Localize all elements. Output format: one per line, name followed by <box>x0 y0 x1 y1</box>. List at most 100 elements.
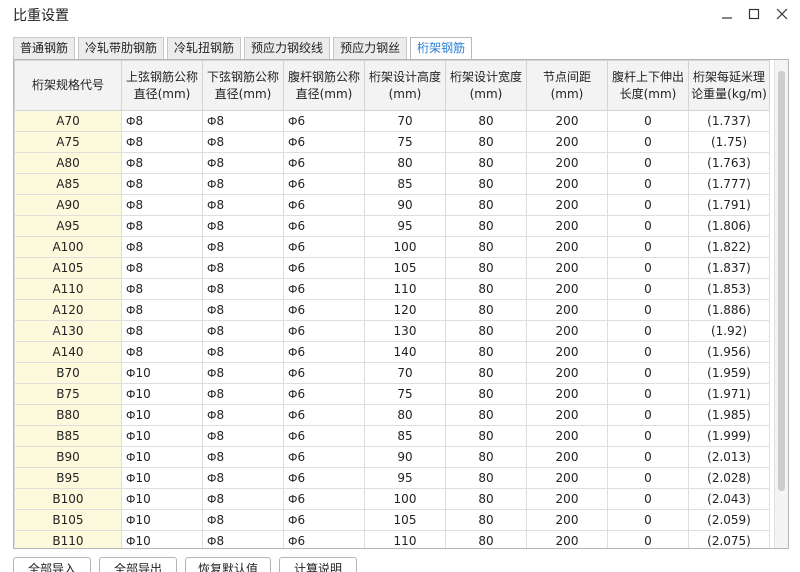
tab-ordinary-rebar[interactable]: 普通钢筋 <box>13 37 76 59</box>
cell-design-width[interactable]: 80 <box>445 152 527 174</box>
cell-node-spacing[interactable]: 200 <box>526 383 608 405</box>
table-row[interactable]: A75 Ф8 Ф8 Ф6 75 80 200 0 (1.75) <box>14 131 770 153</box>
cell-bottom-chord-diameter[interactable]: Ф8 <box>202 341 284 363</box>
cell-node-spacing[interactable]: 200 <box>526 488 608 510</box>
cell-design-height[interactable]: 110 <box>364 278 446 300</box>
cell-top-chord-diameter[interactable]: Ф10 <box>121 530 203 548</box>
cell-unit-weight[interactable]: (1.777) <box>688 173 770 195</box>
cell-unit-weight[interactable]: (1.999) <box>688 425 770 447</box>
cell-top-chord-diameter[interactable]: Ф10 <box>121 446 203 468</box>
cell-design-height[interactable]: 90 <box>364 446 446 468</box>
cell-spec-code[interactable]: B95 <box>14 467 122 489</box>
cell-web-extension[interactable]: 0 <box>607 362 689 384</box>
cell-bottom-chord-diameter[interactable]: Ф8 <box>202 320 284 342</box>
cell-web-diameter[interactable]: Ф6 <box>283 404 365 426</box>
cell-bottom-chord-diameter[interactable]: Ф8 <box>202 383 284 405</box>
cell-spec-code[interactable]: A75 <box>14 131 122 153</box>
cell-unit-weight[interactable]: (1.737) <box>688 110 770 132</box>
cell-unit-weight[interactable]: (2.075) <box>688 530 770 548</box>
cell-node-spacing[interactable]: 200 <box>526 110 608 132</box>
table-row[interactable]: B70 Ф10 Ф8 Ф6 70 80 200 0 (1.959) <box>14 362 770 384</box>
cell-spec-code[interactable]: B75 <box>14 383 122 405</box>
cell-design-height[interactable]: 130 <box>364 320 446 342</box>
cell-design-width[interactable]: 80 <box>445 341 527 363</box>
cell-bottom-chord-diameter[interactable]: Ф8 <box>202 215 284 237</box>
cell-design-width[interactable]: 80 <box>445 173 527 195</box>
cell-bottom-chord-diameter[interactable]: Ф8 <box>202 362 284 384</box>
cell-web-diameter[interactable]: Ф6 <box>283 215 365 237</box>
cell-design-width[interactable]: 80 <box>445 488 527 510</box>
cell-bottom-chord-diameter[interactable]: Ф8 <box>202 194 284 216</box>
cell-web-extension[interactable]: 0 <box>607 278 689 300</box>
table-row[interactable]: A110 Ф8 Ф8 Ф6 110 80 200 0 (1.853) <box>14 278 770 300</box>
table-row[interactable]: B75 Ф10 Ф8 Ф6 75 80 200 0 (1.971) <box>14 383 770 405</box>
cell-top-chord-diameter[interactable]: Ф8 <box>121 299 203 321</box>
maximize-button[interactable] <box>743 4 765 24</box>
cell-top-chord-diameter[interactable]: Ф8 <box>121 320 203 342</box>
cell-design-width[interactable]: 80 <box>445 299 527 321</box>
cell-design-width[interactable]: 80 <box>445 362 527 384</box>
cell-spec-code[interactable]: A120 <box>14 299 122 321</box>
cell-top-chord-diameter[interactable]: Ф8 <box>121 131 203 153</box>
cell-web-diameter[interactable]: Ф6 <box>283 278 365 300</box>
cell-design-width[interactable]: 80 <box>445 404 527 426</box>
cell-bottom-chord-diameter[interactable]: Ф8 <box>202 257 284 279</box>
cell-node-spacing[interactable]: 200 <box>526 362 608 384</box>
cell-design-height[interactable]: 95 <box>364 467 446 489</box>
cell-web-extension[interactable]: 0 <box>607 383 689 405</box>
table-row[interactable]: A70 Ф8 Ф8 Ф6 70 80 200 0 (1.737) <box>14 110 770 132</box>
cell-bottom-chord-diameter[interactable]: Ф8 <box>202 173 284 195</box>
cell-design-width[interactable]: 80 <box>445 278 527 300</box>
cell-top-chord-diameter[interactable]: Ф8 <box>121 173 203 195</box>
cell-web-extension[interactable]: 0 <box>607 404 689 426</box>
cell-design-width[interactable]: 80 <box>445 257 527 279</box>
cell-design-width[interactable]: 80 <box>445 194 527 216</box>
cell-design-width[interactable]: 80 <box>445 215 527 237</box>
cell-spec-code[interactable]: A95 <box>14 215 122 237</box>
vertical-scrollbar[interactable] <box>774 60 788 548</box>
cell-node-spacing[interactable]: 200 <box>526 173 608 195</box>
cell-top-chord-diameter[interactable]: Ф10 <box>121 488 203 510</box>
tab-truss-rebar[interactable]: 桁架钢筋 <box>410 37 473 60</box>
cell-web-diameter[interactable]: Ф6 <box>283 530 365 548</box>
table-row[interactable]: B110 Ф10 Ф8 Ф6 110 80 200 0 (2.075) <box>14 530 770 548</box>
restore-defaults-button[interactable]: 恢复默认值 <box>185 557 271 572</box>
cell-spec-code[interactable]: A105 <box>14 257 122 279</box>
cell-node-spacing[interactable]: 200 <box>526 194 608 216</box>
cell-top-chord-diameter[interactable]: Ф8 <box>121 257 203 279</box>
cell-web-extension[interactable]: 0 <box>607 152 689 174</box>
cell-spec-code[interactable]: B80 <box>14 404 122 426</box>
cell-spec-code[interactable]: A140 <box>14 341 122 363</box>
cell-web-extension[interactable]: 0 <box>607 509 689 531</box>
cell-unit-weight[interactable]: (1.971) <box>688 383 770 405</box>
cell-unit-weight[interactable]: (1.886) <box>688 299 770 321</box>
table-row[interactable]: A130 Ф8 Ф8 Ф6 130 80 200 0 (1.92) <box>14 320 770 342</box>
cell-bottom-chord-diameter[interactable]: Ф8 <box>202 236 284 258</box>
cell-design-width[interactable]: 80 <box>445 110 527 132</box>
cell-web-extension[interactable]: 0 <box>607 194 689 216</box>
tab-prestressed-wire[interactable]: 预应力钢丝 <box>333 37 408 59</box>
tab-prestressed-strand[interactable]: 预应力钢绞线 <box>244 37 331 59</box>
col-header-node-spacing[interactable]: 节点间距(mm) <box>526 60 608 111</box>
cell-web-diameter[interactable]: Ф6 <box>283 110 365 132</box>
cell-spec-code[interactable]: B70 <box>14 362 122 384</box>
cell-design-width[interactable]: 80 <box>445 236 527 258</box>
table-row[interactable]: A90 Ф8 Ф8 Ф6 90 80 200 0 (1.791) <box>14 194 770 216</box>
col-header-unit-weight[interactable]: 桁架每延米理论重量(kg/m) <box>688 60 770 111</box>
tab-cold-rolled-ribbed[interactable]: 冷轧带肋钢筋 <box>78 37 165 59</box>
cell-spec-code[interactable]: A130 <box>14 320 122 342</box>
cell-top-chord-diameter[interactable]: Ф10 <box>121 509 203 531</box>
cell-bottom-chord-diameter[interactable]: Ф8 <box>202 152 284 174</box>
col-header-spec-code[interactable]: 桁架规格代号 <box>14 60 122 111</box>
cell-unit-weight[interactable]: (1.75) <box>688 131 770 153</box>
cell-web-extension[interactable]: 0 <box>607 320 689 342</box>
cell-bottom-chord-diameter[interactable]: Ф8 <box>202 404 284 426</box>
cell-bottom-chord-diameter[interactable]: Ф8 <box>202 488 284 510</box>
cell-bottom-chord-diameter[interactable]: Ф8 <box>202 131 284 153</box>
cell-web-diameter[interactable]: Ф6 <box>283 173 365 195</box>
export-all-button[interactable]: 全部导出 <box>99 557 177 572</box>
cell-spec-code[interactable]: B90 <box>14 446 122 468</box>
table-row[interactable]: B100 Ф10 Ф8 Ф6 100 80 200 0 (2.043) <box>14 488 770 510</box>
table-row[interactable]: B85 Ф10 Ф8 Ф6 85 80 200 0 (1.999) <box>14 425 770 447</box>
table-row[interactable]: A100 Ф8 Ф8 Ф6 100 80 200 0 (1.822) <box>14 236 770 258</box>
